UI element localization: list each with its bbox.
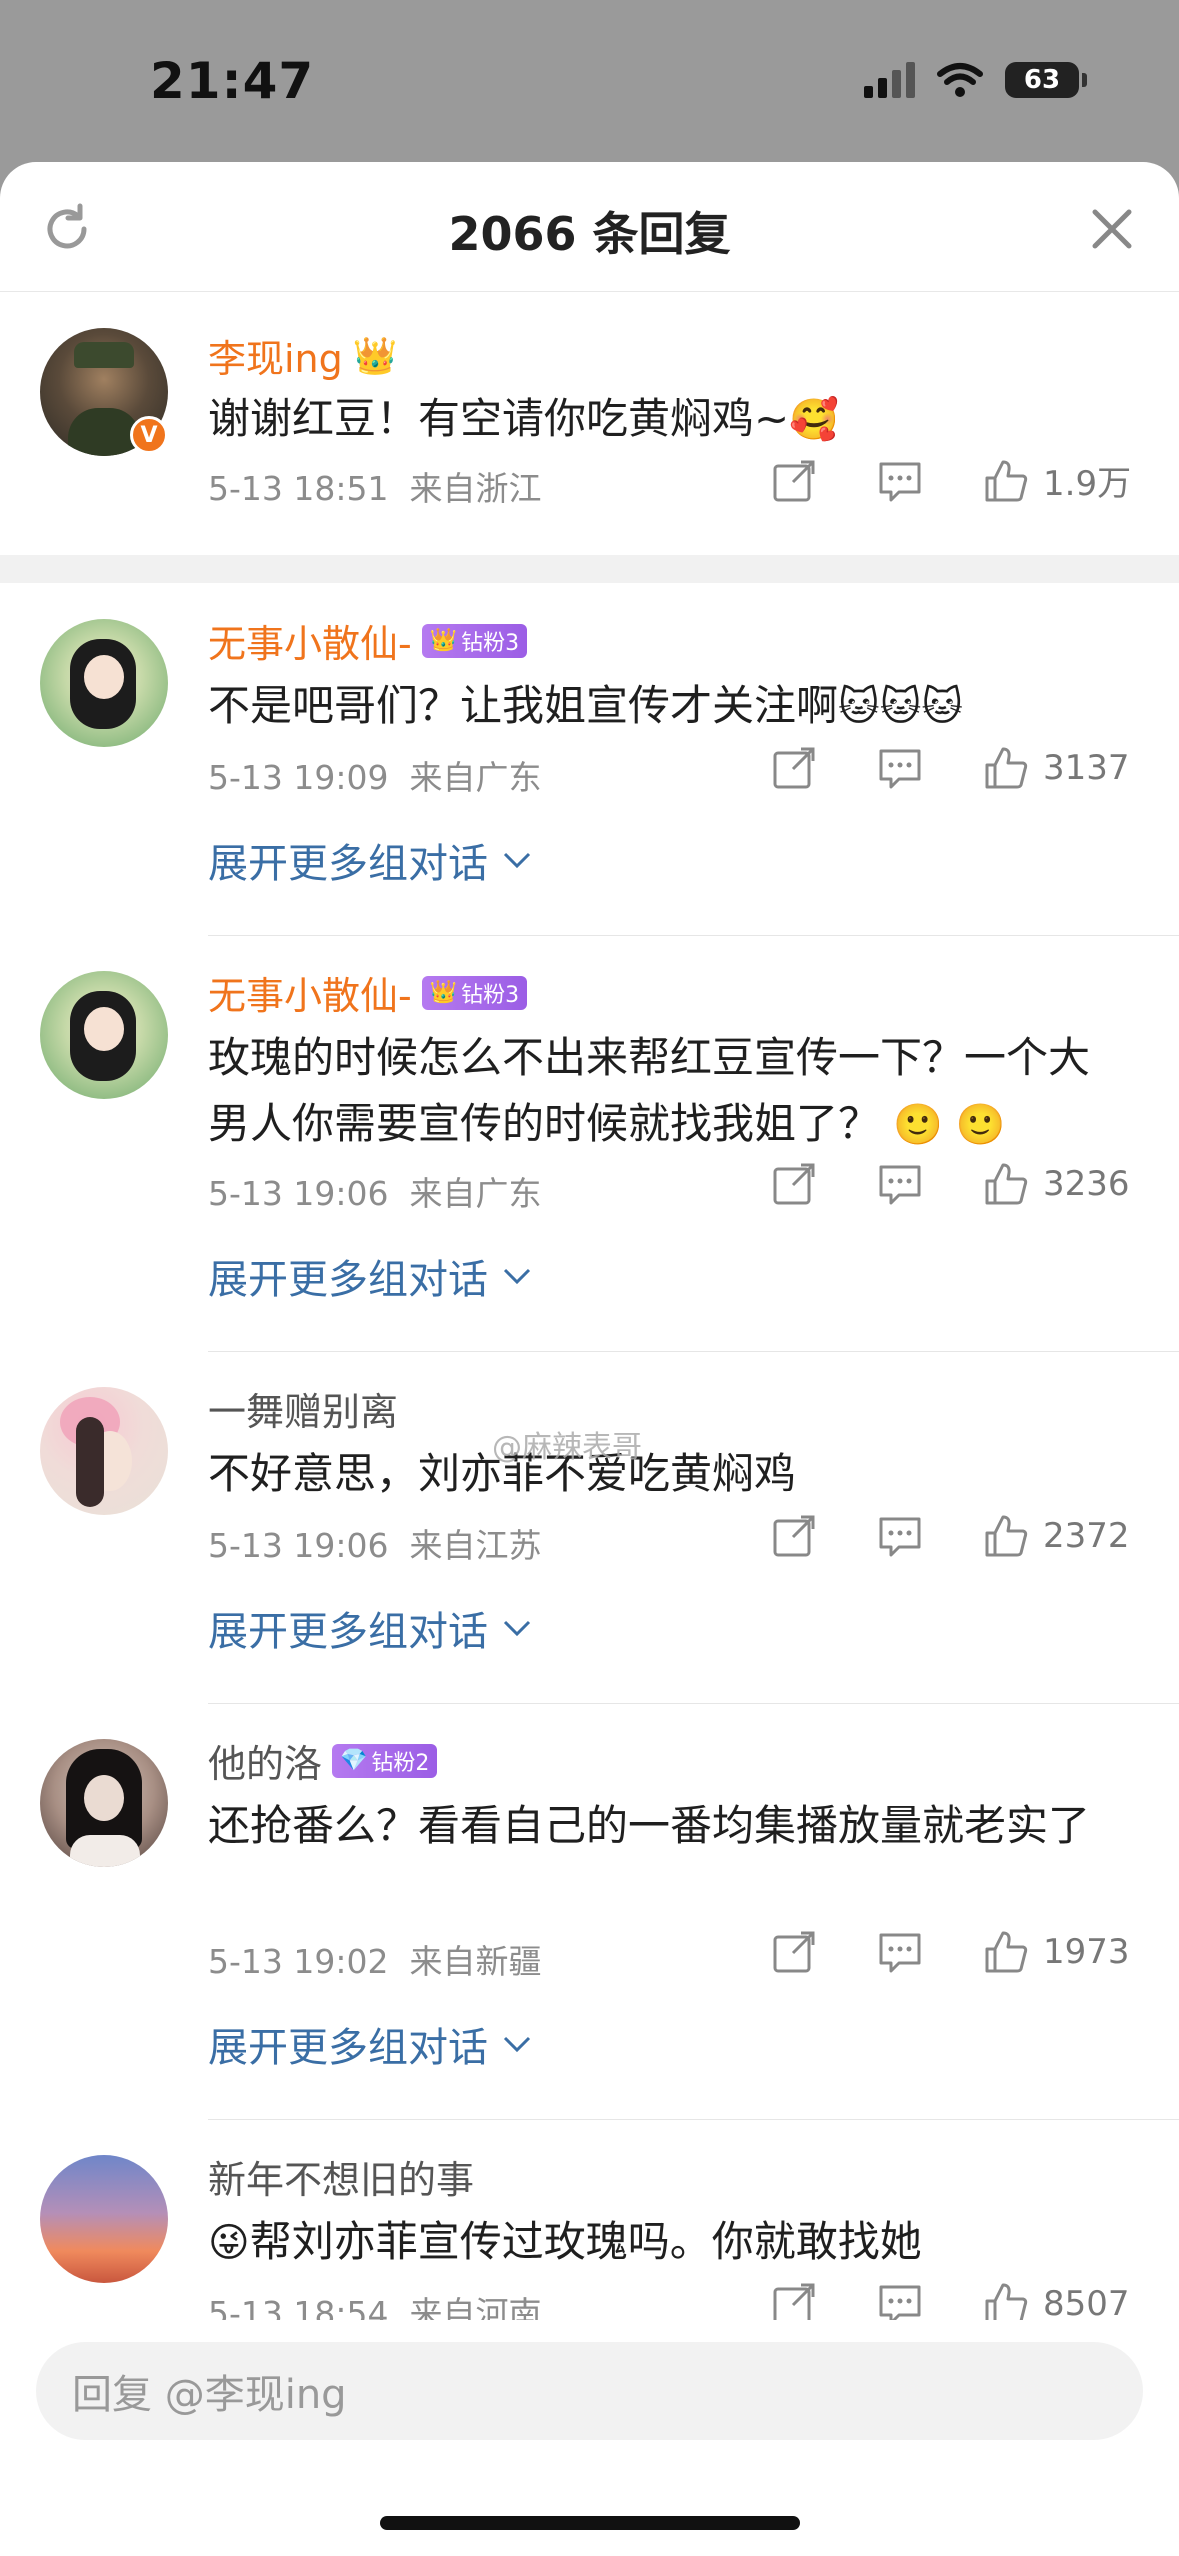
like-count: 2372 <box>1043 1516 1130 1556</box>
crown-icon: 👑 <box>429 980 458 1005</box>
like-icon[interactable] <box>983 1513 1029 1559</box>
like-icon[interactable] <box>983 458 1029 504</box>
comment-actions: 1.9万 <box>711 456 1135 505</box>
cellular-signal-icon <box>864 62 915 98</box>
comment-actions: 1973 <box>711 1929 1135 1975</box>
status-bar: 21:47 63 <box>0 0 1179 160</box>
comment-icon[interactable] <box>877 1161 923 1207</box>
status-icons: 63 <box>864 62 1087 98</box>
home-indicator <box>380 2516 800 2530</box>
sheet-header: 2066 条回复 <box>0 162 1179 292</box>
chevron-down-icon <box>503 1620 531 1637</box>
comment-text: 还抢番么？看看自己的一番均集播放量就老实了 <box>208 1801 1091 1850</box>
tongue-emoji-icon: 😜 <box>208 2220 250 2266</box>
verified-icon: V <box>130 416 168 454</box>
share-icon[interactable] <box>771 745 817 791</box>
username[interactable]: 无事小散仙- 👑 钻粉3 <box>208 965 528 1020</box>
username[interactable]: 无事小散仙- 👑 钻粉3 <box>208 613 528 668</box>
wifi-icon <box>937 63 983 97</box>
comment-meta: 5-13 18:51 来自浙江 <box>208 469 542 508</box>
like-icon[interactable] <box>983 1929 1029 1975</box>
like-icon[interactable] <box>983 1161 1029 1207</box>
comment-text: 不是吧哥们？让我姐宣传才关注啊🐱🐱🐱 <box>208 681 964 730</box>
username[interactable]: 他的洛 💎 钻粉2 <box>208 1733 438 1788</box>
comment-actions: 3137 <box>711 745 1135 791</box>
reply-comment: 无事小散仙- 👑 钻粉3 玫瑰的时候怎么不出来帮红豆宣传一下？一个大男人你需要宣传… <box>0 935 1179 1351</box>
battery-icon: 63 <box>1005 62 1087 98</box>
expand-conversation-link[interactable]: 展开更多组对话 <box>208 831 532 889</box>
like-count: 1973 <box>1043 1932 1130 1972</box>
flower-emoji-icon: 🥰 <box>789 397 840 443</box>
comment-text: 谢谢红豆！有空请你吃黄焖鸡~🥰 <box>208 394 840 443</box>
comment-meta: 5-13 19:06 来自江苏 <box>208 1526 542 1565</box>
username[interactable]: 李现ing 👑 <box>208 328 398 383</box>
root-comment: V 李现ing 👑 谢谢红豆！有空请你吃黄焖鸡~🥰 5-13 18:51 来自浙… <box>0 292 1179 512</box>
comment-icon[interactable] <box>877 1513 923 1559</box>
comment-text: 不好意思，刘亦菲不爱吃黄焖鸡 <box>208 1449 797 1498</box>
avatar[interactable] <box>40 971 168 1099</box>
sheet-title: 2066 条回复 <box>448 207 731 261</box>
comment-icon[interactable] <box>877 745 923 791</box>
like-count: 1.9万 <box>1043 464 1132 504</box>
cat-emoji-icon: 🐱🐱🐱 <box>838 684 964 730</box>
section-divider <box>0 555 1179 583</box>
like-icon[interactable] <box>983 745 1029 791</box>
username[interactable]: 一舞赠别离 <box>208 1381 398 1436</box>
share-icon[interactable] <box>771 1513 817 1559</box>
share-icon[interactable] <box>771 1161 817 1207</box>
status-time: 21:47 <box>150 52 315 110</box>
comment-meta: 5-13 19:02 来自新疆 <box>208 1942 542 1981</box>
username[interactable]: 新年不想旧的事 <box>208 2149 474 2204</box>
share-icon[interactable] <box>771 458 817 504</box>
avatar[interactable] <box>40 2155 168 2283</box>
close-icon[interactable] <box>1087 204 1137 254</box>
like-count: 8507 <box>1043 2284 1130 2324</box>
reply-comment: 他的洛 💎 钻粉2 还抢番么？看看自己的一番均集播放量就老实了 5-13 19:0… <box>0 1703 1179 2119</box>
smile-emoji-icon: 🙂 🙂 <box>893 1102 1006 1148</box>
watermark: @麻辣表哥 <box>492 1430 642 1465</box>
like-count: 3137 <box>1043 748 1130 788</box>
comment-actions: 3236 <box>711 1161 1135 1207</box>
expand-conversation-link[interactable]: 展开更多组对话 <box>208 2015 532 2073</box>
comment-meta: 5-13 19:06 来自广东 <box>208 1174 542 1213</box>
avatar[interactable] <box>40 619 168 747</box>
comment-text: 玫瑰的时候怎么不出来帮红豆宣传一下？一个大男人你需要宣传的时候就找我姐了？ 🙂 … <box>208 1033 1091 1148</box>
fan-badge: 👑 钻粉3 <box>421 623 528 658</box>
share-icon[interactable] <box>771 1929 817 1975</box>
chevron-down-icon <box>503 1268 531 1285</box>
comment-text: 😜帮刘亦菲宣传过玫瑰吗。你就敢找她 <box>208 2217 922 2266</box>
like-count: 3236 <box>1043 1164 1130 1204</box>
crown-icon: 👑 <box>352 335 398 377</box>
diamond-icon: 💎 <box>340 1748 368 1773</box>
avatar[interactable] <box>40 1387 168 1515</box>
avatar[interactable] <box>40 1739 168 1867</box>
expand-conversation-link[interactable]: 展开更多组对话 <box>208 1247 532 1305</box>
comment-icon[interactable] <box>877 458 923 504</box>
reply-input[interactable]: 回复 @李现ing <box>36 2342 1143 2440</box>
crown-icon: 👑 <box>429 628 458 653</box>
expand-conversation-link[interactable]: 展开更多组对话 <box>208 1599 532 1657</box>
replies-sheet: 2066 条回复 V 李现ing 👑 谢谢红豆！有空请你吃黄焖鸡~🥰 5-13 … <box>0 162 1179 2556</box>
comment-actions: 2372 <box>711 1513 1135 1559</box>
reply-comment: 一舞赠别离 不好意思，刘亦菲不爱吃黄焖鸡 5-13 19:06 来自江苏 237… <box>0 1351 1179 1703</box>
comment-meta: 5-13 19:09 来自广东 <box>208 758 542 797</box>
chevron-down-icon <box>503 852 531 869</box>
comment-icon[interactable] <box>877 1929 923 1975</box>
fan-badge: 👑 钻粉3 <box>421 975 528 1010</box>
reply-comment: 无事小散仙- 👑 钻粉3 不是吧哥们？让我姐宣传才关注啊🐱🐱🐱 5-13 19:0… <box>0 583 1179 935</box>
fan-badge: 💎 钻粉2 <box>332 1743 438 1778</box>
chevron-down-icon <box>503 2036 531 2053</box>
